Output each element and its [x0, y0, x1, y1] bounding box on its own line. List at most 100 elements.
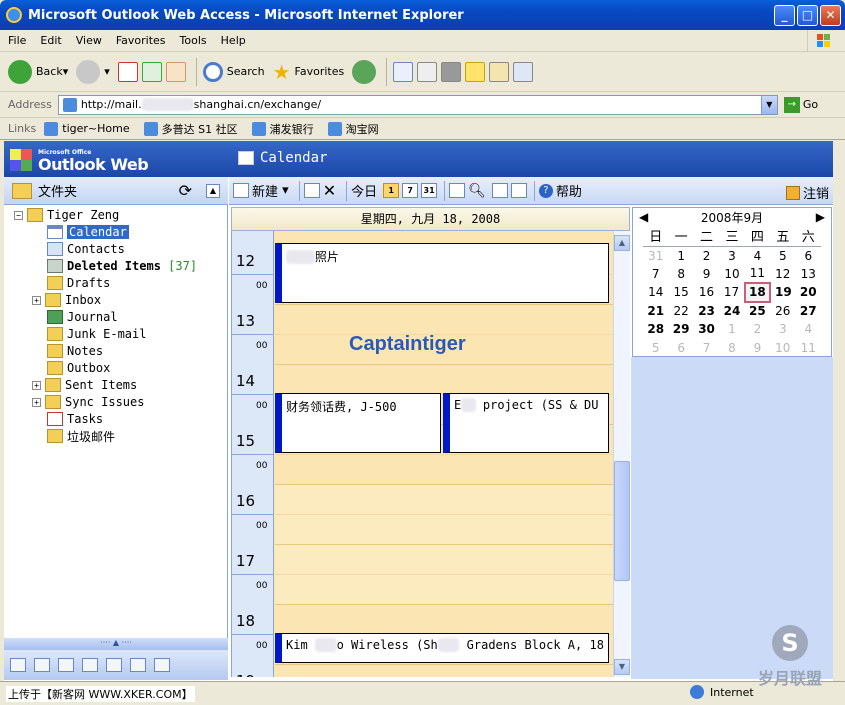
folder-contacts[interactable]: Contacts	[47, 241, 125, 257]
time-slot[interactable]	[275, 455, 613, 485]
mini-calendar-day[interactable]: 26	[770, 302, 795, 321]
mini-calendar-day[interactable]: 1	[668, 246, 693, 265]
mini-calendar-day[interactable]: 10	[770, 339, 795, 358]
day-scrollbar[interactable]: ▲ ▼	[613, 231, 630, 677]
mini-calendar-day[interactable]: 21	[643, 302, 668, 321]
favorites-button[interactable]: ★ Favorites	[273, 60, 345, 84]
mini-calendar-day[interactable]: 19	[770, 283, 795, 302]
mail-icon[interactable]	[393, 61, 414, 82]
close-button[interactable]: ✕	[820, 4, 841, 26]
time-slot[interactable]	[275, 365, 613, 395]
menu-edit[interactable]: Edit	[40, 34, 61, 47]
expand-icon[interactable]: +	[32, 295, 41, 305]
mini-calendar-day[interactable]: 3	[719, 246, 744, 265]
window-title-bar[interactable]: Microsoft Outlook Web Access - Microsoft…	[0, 0, 845, 30]
scroll-down-arrow-icon[interactable]: ▼	[614, 659, 630, 675]
mini-calendar-day[interactable]: 31	[643, 246, 668, 265]
address-input[interactable]: http://mail. xxxxxxxx shanghai.cn/exchan…	[57, 94, 778, 115]
public-folders-shortcut-icon[interactable]	[130, 658, 146, 672]
scroll-thumb[interactable]	[614, 461, 630, 581]
prev-month-arrow-icon[interactable]: ◀	[639, 210, 648, 224]
history-icon[interactable]	[352, 59, 377, 84]
mini-calendar-day[interactable]: 27	[796, 302, 821, 321]
expand-icon[interactable]: +	[32, 397, 41, 407]
mini-calendar-day[interactable]: 12	[770, 265, 795, 284]
mini-calendar-day[interactable]: 1	[719, 320, 744, 339]
time-slot[interactable]	[275, 605, 613, 635]
link-item[interactable]: 多普达 S1 社区	[143, 121, 238, 137]
mini-calendar-day[interactable]: 14	[643, 283, 668, 302]
folder-inbox[interactable]: + Inbox	[32, 292, 101, 308]
print-icon[interactable]	[417, 61, 438, 82]
mini-calendar-day[interactable]: 23	[694, 302, 719, 321]
print-icon[interactable]	[303, 183, 320, 198]
collapse-pane-button[interactable]: ▲	[206, 183, 220, 198]
research-icon[interactable]	[489, 61, 510, 82]
folder-tasks[interactable]: Tasks	[47, 411, 103, 427]
forward-button[interactable]: ▾	[76, 59, 110, 84]
mini-calendar-day[interactable]: 11	[745, 265, 770, 284]
folder-sent-items[interactable]: + Sent Items	[32, 377, 137, 393]
link-item[interactable]: 浦发银行	[251, 121, 314, 137]
folder-outbox[interactable]: Outbox	[47, 360, 110, 376]
collapse-icon[interactable]: −	[14, 210, 23, 220]
mini-calendar-day[interactable]: 25	[745, 302, 770, 321]
mini-calendar-day[interactable]: 8	[668, 265, 693, 284]
stop-icon[interactable]	[117, 61, 138, 82]
options-shortcut-icon[interactable]	[154, 658, 170, 672]
mini-calendar-today[interactable]: 18	[743, 282, 772, 303]
mini-calendar-day[interactable]: 22	[668, 302, 693, 321]
mini-calendar-day[interactable]: 4	[745, 246, 770, 265]
address-book-icon[interactable]	[510, 183, 527, 198]
folder-deleted-items[interactable]: Deleted Items [37]	[47, 258, 197, 274]
new-button[interactable]: 新建 ▾	[233, 181, 289, 200]
maximize-button[interactable]: □	[797, 4, 818, 26]
time-slot[interactable]	[275, 485, 613, 515]
appointment[interactable]: Kim xxxo Wireless (Shxxx Gradens Block A…	[275, 633, 609, 663]
folder-journal[interactable]: Journal	[47, 309, 118, 325]
next-month-arrow-icon[interactable]: ▶	[816, 210, 825, 224]
folder-sync-issues[interactable]: + Sync Issues	[32, 394, 144, 410]
mini-calendar-day[interactable]: 10	[719, 265, 744, 284]
mini-calendar-day[interactable]: 11	[796, 339, 821, 358]
notes-icon[interactable]	[465, 61, 486, 82]
mini-calendar-day[interactable]: 8	[719, 339, 744, 358]
mini-calendar-day[interactable]: 24	[719, 302, 744, 321]
mini-calendar-day[interactable]: 7	[694, 339, 719, 358]
folder-notes[interactable]: Notes	[47, 343, 103, 359]
mini-calendar-day[interactable]: 6	[668, 339, 693, 358]
menu-help[interactable]: Help	[221, 34, 246, 47]
move-icon[interactable]	[449, 183, 466, 198]
mini-calendar-day[interactable]: 5	[770, 246, 795, 265]
minimize-button[interactable]: _	[774, 4, 795, 26]
mini-calendar-day[interactable]: 20	[796, 283, 821, 302]
mini-calendar-day[interactable]: 3	[770, 320, 795, 339]
address-dropdown-icon[interactable]: ▼	[760, 95, 777, 114]
menu-file[interactable]: File	[8, 34, 26, 47]
find-icon[interactable]: 🔍︎	[468, 183, 486, 199]
time-slot[interactable]	[275, 575, 613, 605]
link-item[interactable]: tiger~Home	[44, 121, 130, 136]
mini-calendar-day[interactable]: 29	[668, 320, 693, 339]
folders-shortcut-icon[interactable]	[106, 658, 122, 672]
tree-root[interactable]: − Tiger Zeng	[14, 207, 119, 223]
folder-calendar[interactable]: Calendar	[47, 224, 129, 240]
mini-calendar-day[interactable]: 16	[694, 283, 719, 302]
calendar-shortcut-icon[interactable]	[34, 658, 50, 672]
back-button[interactable]: Back ▾	[8, 59, 68, 84]
week-view-icon[interactable]: 7	[402, 183, 419, 198]
inbox-shortcut-icon[interactable]	[10, 658, 26, 672]
menu-favorites[interactable]: Favorites	[116, 34, 166, 47]
edit-icon[interactable]	[441, 61, 462, 82]
mini-calendar-day[interactable]: 13	[796, 265, 821, 284]
day-view-icon[interactable]: 1	[383, 183, 400, 198]
scroll-up-arrow-icon[interactable]: ▲	[614, 235, 630, 251]
folder-junk[interactable]: Junk E-mail	[47, 326, 146, 342]
link-item[interactable]: 淘宝网	[327, 121, 379, 137]
menu-view[interactable]: View	[76, 34, 102, 47]
help-button[interactable]: ? 帮助	[538, 181, 582, 200]
mini-calendar-day[interactable]: 4	[796, 320, 821, 339]
today-button[interactable]: 今日	[351, 181, 377, 200]
month-view-icon[interactable]: 31	[421, 183, 438, 198]
refresh-icon[interactable]	[141, 61, 162, 82]
